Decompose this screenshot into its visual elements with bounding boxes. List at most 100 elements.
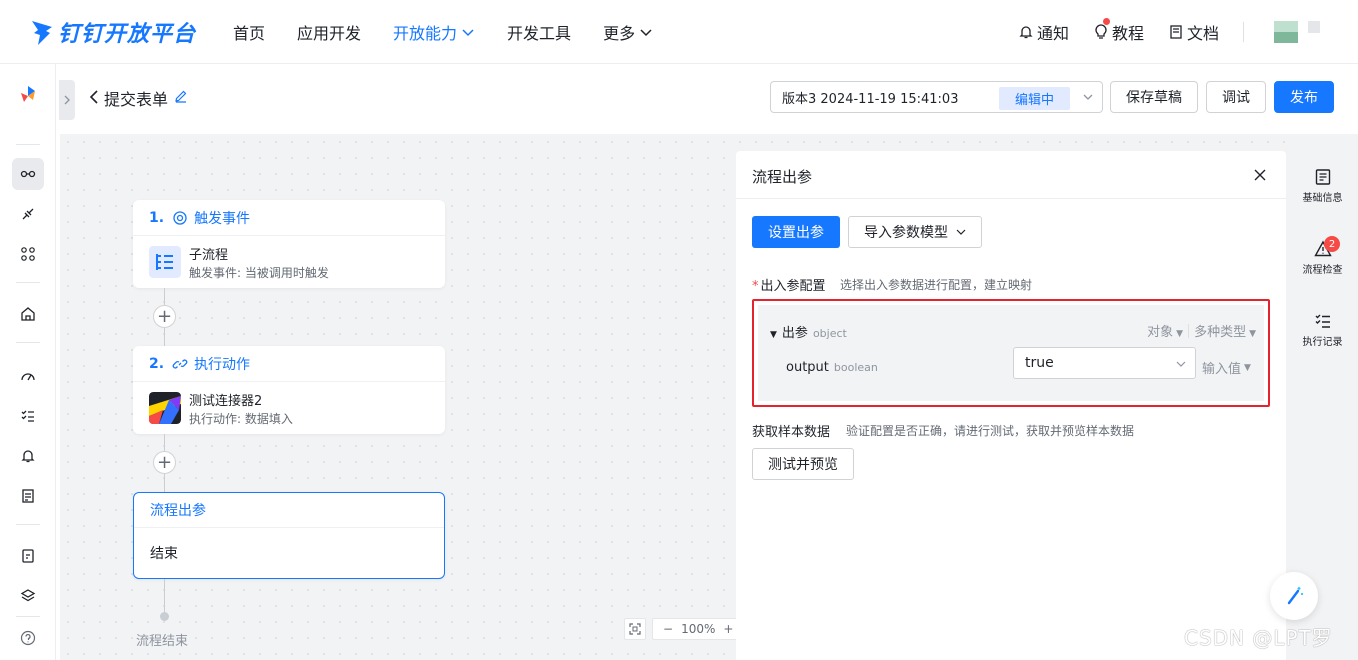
- version-select[interactable]: 版本3 2024-11-19 15:41:03 编辑中: [770, 81, 1103, 113]
- debug-button[interactable]: 调试: [1206, 81, 1266, 113]
- watermark: CSDN @LPT罗: [1184, 626, 1333, 650]
- tutorial-label: 教程: [1111, 24, 1144, 43]
- ai-assistant-button[interactable]: [1270, 572, 1318, 620]
- chevron-down-icon: [956, 229, 966, 235]
- tutorial-link[interactable]: 教程: [1093, 18, 1144, 44]
- nav-item-label: 首页: [233, 23, 266, 43]
- node-header: 流程出参: [134, 493, 444, 528]
- issue-count-badge: 2: [1324, 236, 1340, 252]
- layers-icon[interactable]: [12, 580, 44, 612]
- flow-check-tool[interactable]: 2 流程检查: [1287, 236, 1358, 276]
- chevron-down-icon: [1176, 361, 1186, 367]
- flow-output-node[interactable]: 流程出参 结束: [133, 492, 445, 579]
- param-row-output[interactable]: ▼ 出参 object: [770, 322, 847, 341]
- trigger-node[interactable]: 1. 触发事件 子流程 触发事件: 当被调用时触发: [133, 200, 445, 288]
- nav-item-dev-tools[interactable]: 开发工具: [507, 20, 571, 44]
- dashboard-icon[interactable]: [12, 360, 44, 392]
- basic-info-tool[interactable]: 基础信息: [1287, 168, 1358, 204]
- notify-link[interactable]: 通知: [1018, 20, 1069, 44]
- notify-label: 通知: [1036, 24, 1069, 43]
- connector-line: [164, 579, 165, 614]
- fit-view-button[interactable]: [624, 618, 646, 640]
- link-icon: [172, 358, 188, 369]
- sample-section-label: 获取样本数据: [752, 425, 831, 440]
- execution-log-tool[interactable]: 执行记录: [1287, 312, 1358, 348]
- end-dot: [160, 612, 169, 621]
- brand[interactable]: 钉钉开放平台: [30, 16, 215, 48]
- bell-icon: [1019, 26, 1033, 39]
- node-number: 1.: [149, 209, 165, 226]
- save-draft-button[interactable]: 保存草稿: [1110, 81, 1198, 113]
- zoom-controls: − 100% +: [624, 618, 745, 640]
- nav-item-label: 更多: [603, 23, 636, 43]
- magic-wand-icon: [1287, 587, 1303, 605]
- editor-header: 提交表单 版本3 2024-11-19 15:41:03 编辑中 保存草稿 调试…: [76, 64, 1358, 134]
- form-icon[interactable]: [12, 540, 44, 572]
- left-rail: [0, 64, 56, 660]
- nav-item-label: 开发工具: [507, 23, 572, 43]
- sample-hint: 验证配置是否正确，请进行测试，获取并预览样本数据: [846, 424, 1135, 438]
- back-arrow-icon[interactable]: [86, 87, 102, 107]
- action-node[interactable]: 2. 执行动作 测试连接器2 执行动作: 数据填入: [133, 346, 445, 434]
- value-mode-select[interactable]: 输入值 ▼: [1202, 358, 1251, 377]
- value-text: true: [1025, 355, 1054, 371]
- app-logo-icon[interactable]: [12, 78, 44, 110]
- add-step-button[interactable]: +: [153, 305, 176, 328]
- top-nav: 钉钉开放平台 首页 应用开发 开放能力 开发工具 更多 通知 教程 文档: [0, 0, 1358, 64]
- zoom-in-button[interactable]: +: [723, 622, 733, 636]
- list-check-icon: [1315, 314, 1330, 328]
- tool-label: 流程检查: [1302, 265, 1343, 276]
- subprocess-icon: [149, 246, 181, 278]
- test-preview-button[interactable]: 测试并预览: [752, 448, 854, 480]
- version-text: 版本3 2024-11-19 15:41:03: [782, 91, 959, 107]
- expand-sidebar-button[interactable]: [59, 80, 75, 120]
- trigger-icon: [173, 210, 187, 225]
- node-title: 执行动作: [194, 356, 251, 373]
- report-icon[interactable]: [12, 480, 44, 512]
- avatar[interactable]: [1274, 21, 1298, 43]
- value-select[interactable]: true: [1013, 347, 1196, 379]
- checklist-icon[interactable]: [12, 400, 44, 432]
- docs-label: 文档: [1186, 24, 1219, 43]
- panel-title: 流程出参: [752, 168, 813, 186]
- zoom-level: 100%: [681, 622, 716, 636]
- docs-link[interactable]: 文档: [1168, 20, 1219, 44]
- flow-icon[interactable]: [12, 158, 44, 190]
- connector-icon[interactable]: [12, 198, 44, 230]
- nav-item-label: 应用开发: [297, 23, 362, 43]
- publish-button[interactable]: 发布: [1274, 81, 1334, 113]
- param-kind-select[interactable]: 对象 ▼: [1147, 321, 1183, 340]
- nav-item-label: 开放能力: [393, 23, 458, 43]
- org-switcher[interactable]: [1308, 21, 1320, 33]
- home-icon[interactable]: [12, 298, 44, 330]
- child-param-type: boolean: [833, 361, 878, 374]
- param-config-box: ▼ 出参 object 对象 ▼ 多种类型 ▼ output boolean tru…: [752, 299, 1270, 407]
- info-doc-icon: [1315, 169, 1330, 185]
- fit-screen-icon: [629, 623, 641, 635]
- nav-item-open-capability[interactable]: 开放能力: [393, 20, 475, 44]
- page-title: 提交表单: [104, 90, 169, 109]
- param-row-child: output boolean: [786, 360, 878, 375]
- zoom-out-button[interactable]: −: [663, 622, 673, 636]
- rail-divider: [16, 342, 40, 343]
- close-icon[interactable]: [1254, 169, 1266, 181]
- chevron-right-icon: [64, 95, 70, 105]
- brand-name: 钉钉开放平台: [58, 21, 197, 47]
- connector-logo-icon: [149, 392, 181, 424]
- nav-item-home[interactable]: 首页: [233, 20, 265, 44]
- import-model-button[interactable]: 导入参数模型: [848, 216, 982, 248]
- config-hint: 选择出入参数据进行配置，建立映射: [840, 278, 1033, 292]
- help-icon[interactable]: [12, 622, 44, 654]
- edit-pencil-icon[interactable]: [174, 89, 188, 103]
- set-output-button[interactable]: 设置出参: [752, 216, 840, 248]
- divider: [1188, 323, 1190, 338]
- divider: [1243, 22, 1244, 42]
- caret-down-icon[interactable]: ▼: [770, 330, 777, 340]
- flow-end-label: 流程结束: [136, 634, 189, 649]
- bell-icon[interactable]: [12, 440, 44, 472]
- add-step-button[interactable]: +: [153, 451, 176, 474]
- nav-item-app-dev[interactable]: 应用开发: [297, 20, 361, 44]
- nav-item-more[interactable]: 更多: [603, 20, 653, 44]
- apps-grid-icon[interactable]: [12, 238, 44, 270]
- param-multi-type-select[interactable]: 多种类型 ▼: [1194, 321, 1256, 340]
